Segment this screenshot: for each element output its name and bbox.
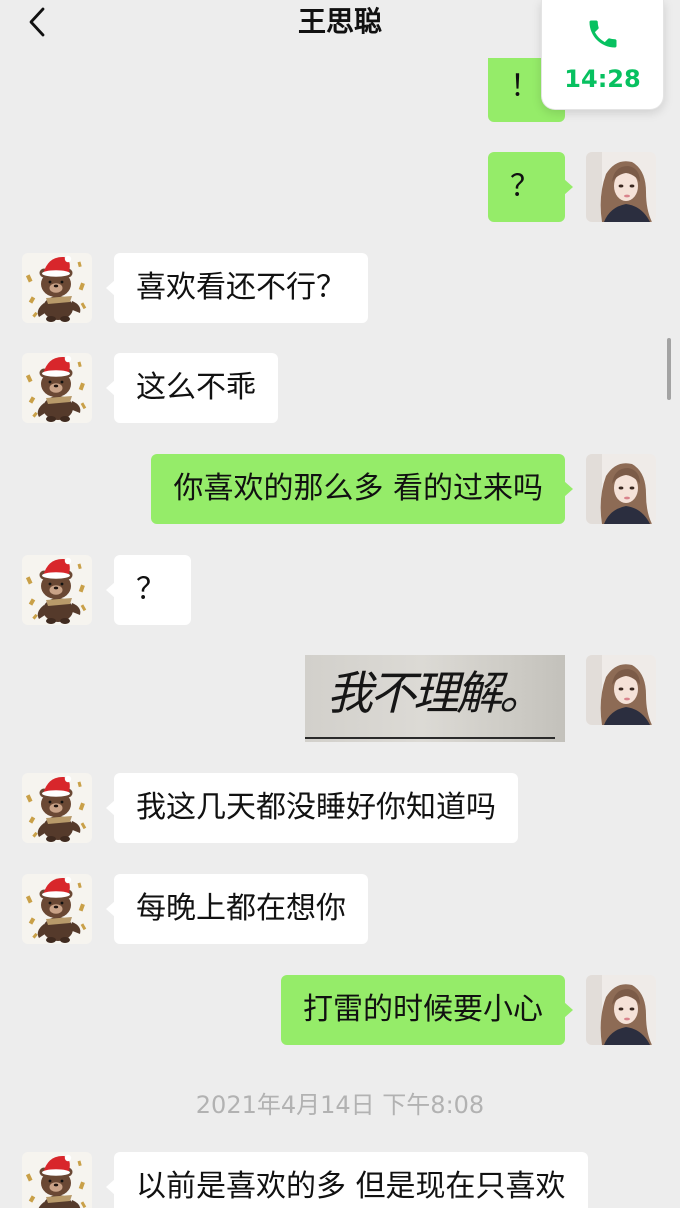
bear-avatar-icon: [22, 253, 92, 323]
handwritten-text: 我不理解。: [327, 666, 545, 720]
girl-avatar-icon: [586, 152, 656, 222]
timestamp-divider: 2021年4月14日 下午8:08: [195, 1091, 485, 1119]
message-row: 打雷的时候要小心: [0, 975, 680, 1045]
contact-avatar[interactable]: [22, 253, 92, 323]
paper-ruled-line: [305, 737, 555, 739]
phone-icon: [589, 20, 617, 48]
voice-call-floating-window[interactable]: 14:28: [541, 0, 664, 110]
girl-avatar-icon: [586, 975, 656, 1045]
contact-avatar[interactable]: [22, 773, 92, 843]
bear-avatar-icon: [22, 1152, 92, 1208]
bear-avatar-icon: [22, 353, 92, 423]
contact-avatar[interactable]: [22, 1152, 92, 1208]
message-row: 我这几天都没睡好你知道吗: [0, 773, 680, 843]
incoming-message-bubble[interactable]: 以前是喜欢的多 但是现在只喜欢: [106, 1152, 588, 1208]
outgoing-message-bubble[interactable]: ？: [488, 152, 573, 222]
girl-avatar-icon: [586, 454, 656, 524]
message-row: 你喜欢的那么多 看的过来吗: [0, 454, 680, 524]
contact-avatar[interactable]: [22, 353, 92, 423]
scrollbar[interactable]: [667, 338, 671, 400]
chat-screen: 王思聪 14:28 ！ ？ 喜欢看还不行？ 这么不乖 你喜欢的那么多 看的过来吗: [0, 0, 680, 1208]
self-avatar[interactable]: [586, 152, 656, 222]
outgoing-message-bubble[interactable]: 你喜欢的那么多 看的过来吗: [151, 454, 573, 524]
message-row: 这么不乖: [0, 353, 680, 423]
contact-avatar[interactable]: [22, 555, 92, 625]
bear-avatar-icon: [22, 555, 92, 625]
incoming-message-bubble[interactable]: 我这几天都没睡好你知道吗: [106, 773, 518, 843]
call-duration: 14:28: [564, 65, 641, 93]
outgoing-message-bubble[interactable]: 打雷的时候要小心: [281, 975, 573, 1045]
incoming-message-bubble[interactable]: ？: [106, 555, 191, 625]
back-button[interactable]: [26, 6, 50, 38]
message-row: 每晚上都在想你: [0, 874, 680, 944]
message-row: ？: [0, 555, 680, 625]
incoming-message-bubble[interactable]: 喜欢看还不行？: [106, 253, 368, 323]
self-avatar[interactable]: [586, 454, 656, 524]
incoming-message-bubble[interactable]: 每晚上都在想你: [106, 874, 368, 944]
self-avatar[interactable]: [586, 655, 656, 725]
contact-avatar[interactable]: [22, 874, 92, 944]
bear-avatar-icon: [22, 773, 92, 843]
incoming-message-bubble[interactable]: 这么不乖: [106, 353, 278, 423]
message-row: 喜欢看还不行？: [0, 253, 680, 323]
self-avatar[interactable]: [586, 975, 656, 1045]
message-row: 以前是喜欢的多 但是现在只喜欢: [0, 1152, 680, 1208]
message-row: ？: [0, 152, 680, 222]
message-row: 我不理解。: [0, 655, 680, 742]
chat-title: 王思聪: [297, 5, 382, 38]
bear-avatar-icon: [22, 874, 92, 944]
image-message[interactable]: 我不理解。: [305, 655, 565, 742]
chevron-left-icon: [29, 7, 45, 37]
girl-avatar-icon: [586, 655, 656, 725]
